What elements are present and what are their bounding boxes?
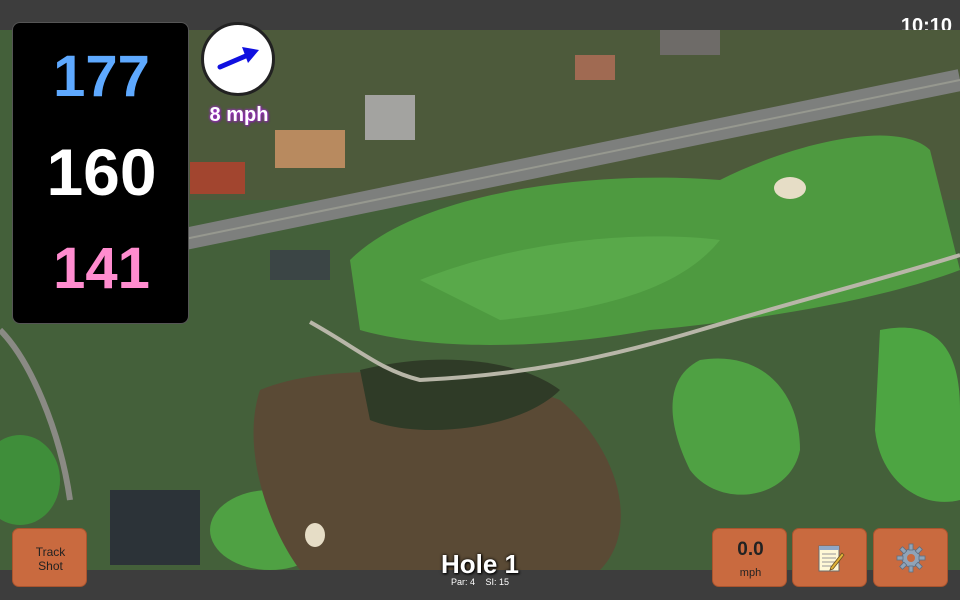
hole-info: Par: 4 SI: 15 (380, 577, 580, 587)
front-yardage: 141 (53, 236, 150, 301)
settings-button[interactable] (873, 528, 948, 587)
notes-button[interactable] (792, 528, 867, 587)
track-shot-button[interactable]: Track Shot (12, 528, 87, 587)
yardage-panel: 177 160 141 (12, 22, 189, 324)
notepad-icon (818, 545, 845, 572)
hole-title: Hole 1 (440, 549, 520, 579)
back-yardage: 177 (53, 44, 150, 109)
speed-button[interactable]: 0.0 mph (712, 528, 787, 587)
wind-direction-arrow-icon (217, 47, 259, 70)
wind-speed-label: 8 mph (209, 104, 269, 126)
track-shot-label-line1: Track (35, 545, 66, 559)
hole-par: Par: 4 (450, 577, 475, 587)
track-shot-label: Track Shot (13, 545, 88, 573)
gear-icon (896, 543, 926, 573)
speed-value: 0.0 (737, 539, 764, 560)
hole-stroke-index: SI: 15 (485, 577, 510, 587)
track-shot-label-line2: Shot (38, 559, 63, 573)
wind-indicator (201, 22, 275, 96)
middle-yardage: 160 (46, 135, 157, 209)
speed-unit: mph (739, 567, 762, 579)
